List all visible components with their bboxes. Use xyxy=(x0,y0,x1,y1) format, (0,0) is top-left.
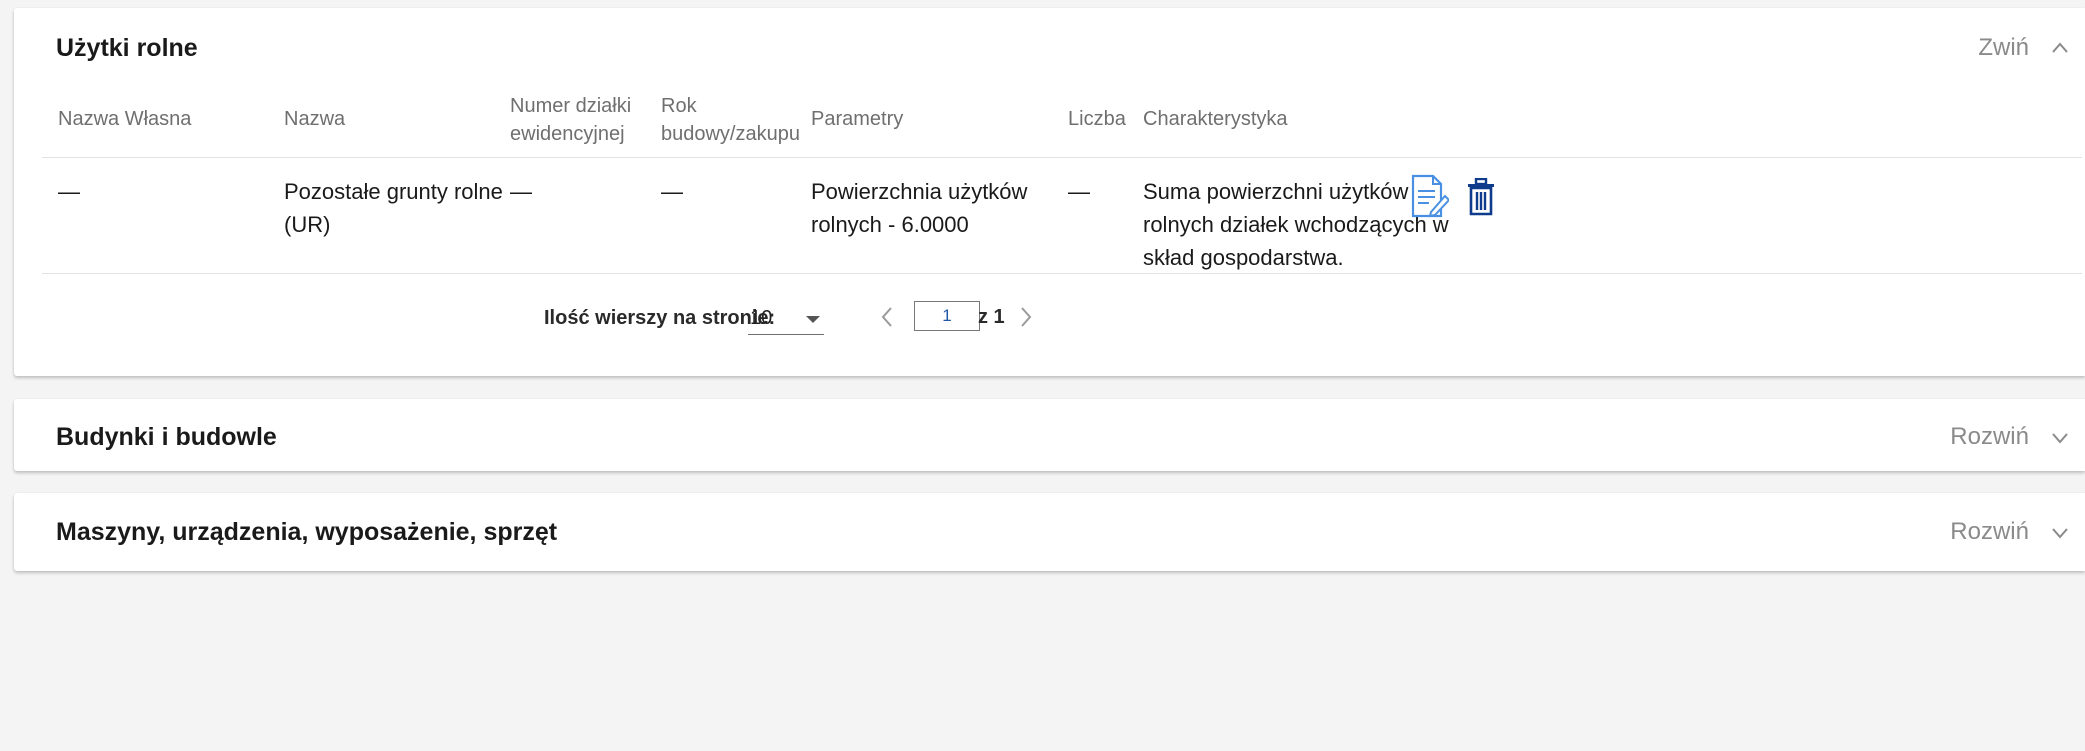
total-pages-label: z 1 xyxy=(978,306,1005,328)
cell-liczba: — xyxy=(1068,179,1090,204)
cell-parametry: Powierzchnia użytków rolnych - 6.0000 xyxy=(811,179,1028,237)
col-header-parametry: Parametry xyxy=(811,108,904,130)
expand-toggle[interactable]: Rozwiń xyxy=(1950,423,2071,451)
section-uzytki-rolne: Użytki rolne Zwiń Nazwa Własna Nazwa Num… xyxy=(14,8,2085,376)
col-header-nazwa-wlasna: Nazwa Własna xyxy=(58,108,192,130)
trash-icon[interactable] xyxy=(1466,178,1496,216)
section-title: Budynki i budowle xyxy=(56,423,277,451)
expand-label: Rozwiń xyxy=(1950,423,2029,450)
chevron-right-icon[interactable] xyxy=(1019,306,1033,328)
col-header-liczba: Liczba xyxy=(1068,108,1126,130)
page-number-input[interactable] xyxy=(914,301,980,331)
chevron-down-icon xyxy=(2052,528,2068,539)
col-header-rok: Rok budowy/zakupu xyxy=(661,95,800,145)
section-title: Użytki rolne xyxy=(56,34,198,62)
section-maszyny[interactable]: Maszyny, urządzenia, wyposażenie, sprzęt… xyxy=(14,493,2085,571)
expand-toggle[interactable]: Rozwiń xyxy=(1950,518,2071,546)
col-header-nazwa: Nazwa xyxy=(284,108,346,130)
cell-nazwa: Pozostałe grunty rolne (UR) xyxy=(284,179,503,237)
section-title: Maszyny, urządzenia, wyposażenie, sprzęt xyxy=(56,518,558,546)
caret-down-icon xyxy=(806,316,820,323)
cell-charakterystyka: Suma powierzchni użytków rolnych działek… xyxy=(1143,179,1449,270)
edit-document-icon[interactable] xyxy=(1409,174,1449,218)
cell-numer-dzialki: — xyxy=(510,179,532,204)
collapse-label: Zwiń xyxy=(1978,34,2029,61)
col-header-charakterystyka: Charakterystyka xyxy=(1143,108,1288,130)
rows-per-page-label: Ilość wierszy na stronie: xyxy=(544,307,776,329)
chevron-up-icon xyxy=(2052,42,2068,53)
expand-label: Rozwiń xyxy=(1950,518,2029,545)
chevron-down-icon xyxy=(2052,433,2068,444)
cell-nazwa-wlasna: — xyxy=(58,179,80,204)
cell-rok: — xyxy=(661,179,683,204)
collapse-toggle[interactable]: Zwiń xyxy=(1978,34,2071,62)
rows-per-page-select[interactable]: 10 xyxy=(748,304,824,335)
col-header-numer-dzialki: Numer działki ewidencyjnej xyxy=(510,95,632,145)
section-budynki-i-budowle[interactable]: Budynki i budowle Rozwiń xyxy=(14,399,2085,471)
row-divider xyxy=(42,273,2082,274)
header-divider xyxy=(42,157,2082,158)
chevron-left-icon[interactable] xyxy=(880,306,894,328)
